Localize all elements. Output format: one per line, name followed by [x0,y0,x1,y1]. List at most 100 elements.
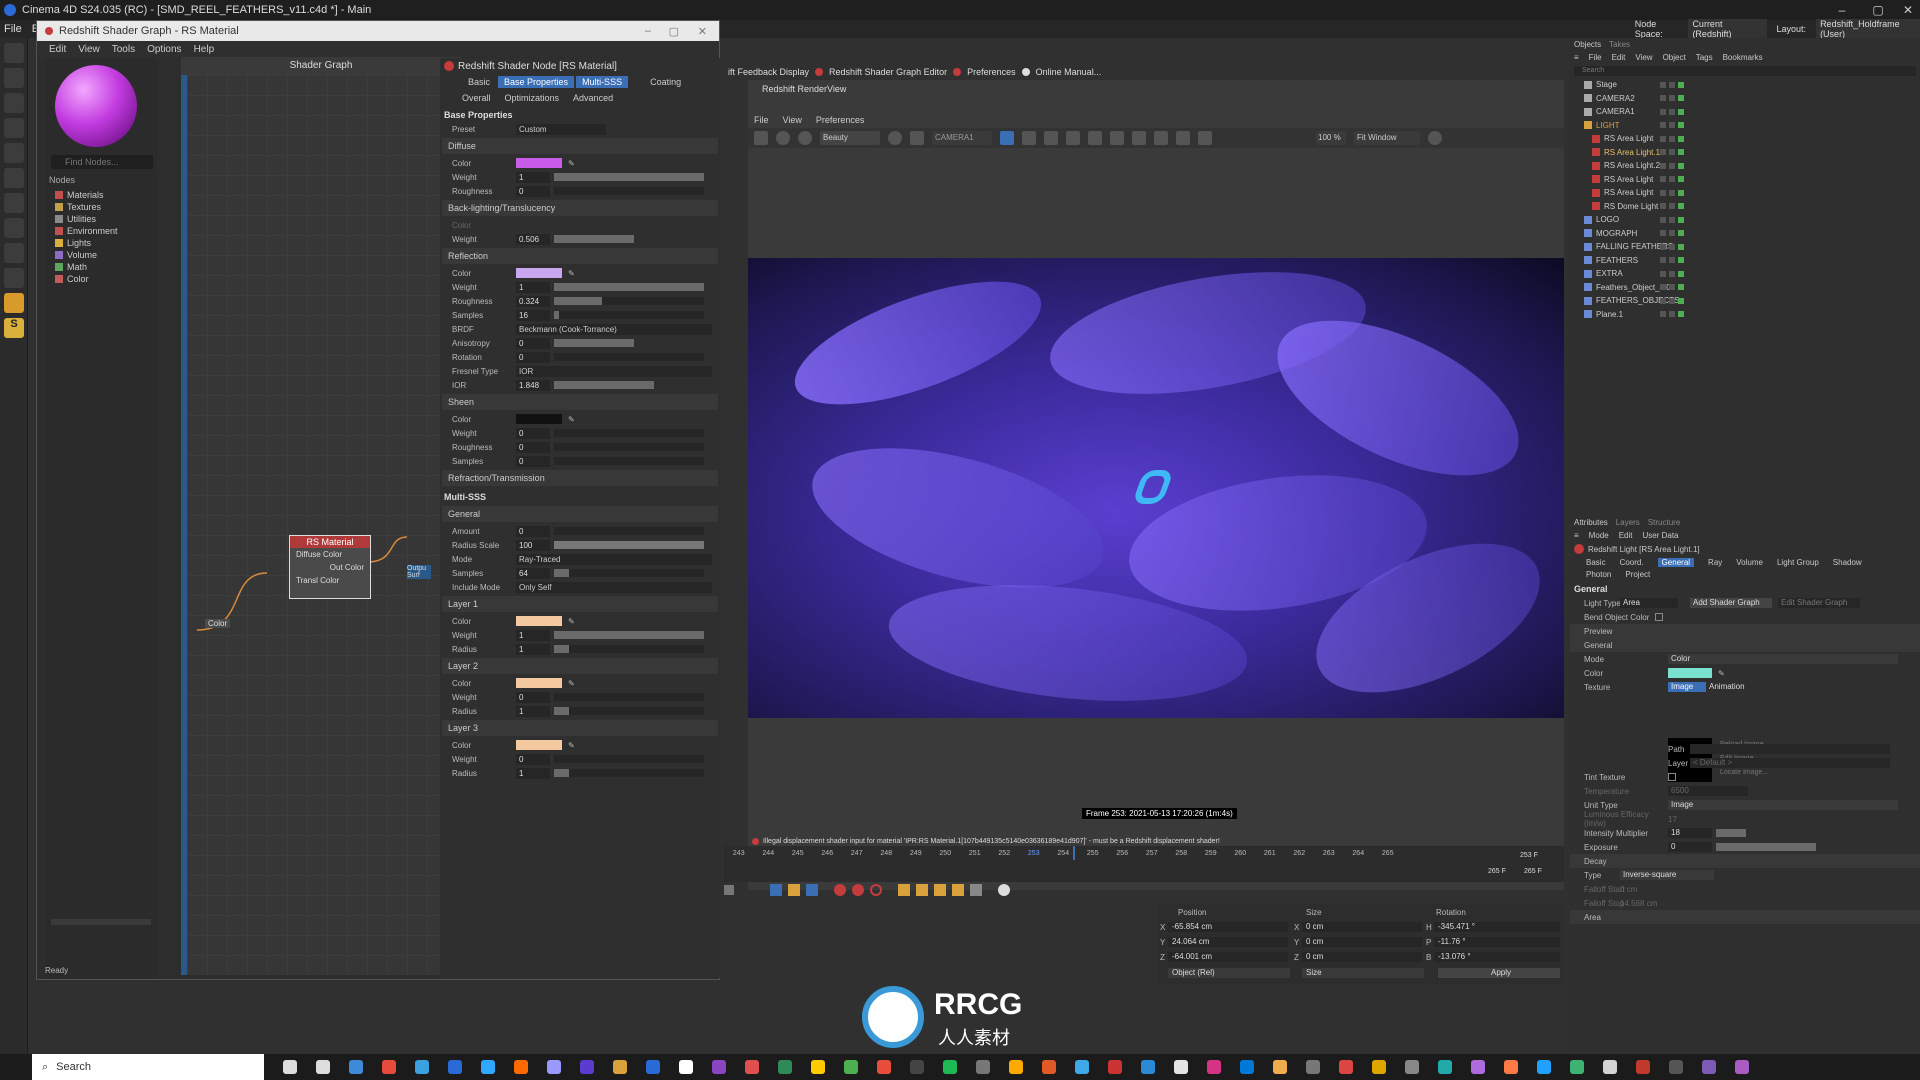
taskbar-app-icon[interactable] [943,1060,957,1074]
visibility-dot-icon[interactable] [1660,311,1666,318]
sheen-samples-field[interactable]: 0 [516,455,550,467]
object-flags[interactable] [1660,297,1684,304]
visibility-dot-icon[interactable] [1669,162,1675,169]
sg-menu-view[interactable]: View [78,44,100,55]
taskbar-app-icon[interactable] [1537,1060,1551,1074]
minimize-button[interactable]: – [1824,0,1860,20]
eyedropper-icon[interactable]: ✎ [1718,669,1725,678]
taskbar-app-icon[interactable] [613,1060,627,1074]
add-shader-graph-button[interactable]: Add Shader Graph [1690,598,1772,608]
object-flags[interactable] [1660,149,1684,156]
tab-advanced[interactable]: Advanced [567,92,619,104]
enabled-check-icon[interactable] [1678,257,1684,264]
sg-minimize-button[interactable]: – [645,25,651,37]
intensity-slider[interactable] [1716,829,1746,837]
attr-tab-ray[interactable]: Ray [1708,558,1722,567]
taskbar-app-icon[interactable] [382,1060,396,1074]
layer1-weight-field[interactable]: 1 [516,629,550,641]
enabled-check-icon[interactable] [1678,149,1684,156]
layer1-color-swatch[interactable] [516,616,562,626]
enabled-check-icon[interactable] [1678,284,1684,291]
autokey-icon[interactable] [852,884,864,896]
taskbar-app-icon[interactable] [481,1060,495,1074]
sg-menu-edit[interactable]: Edit [49,44,66,55]
enabled-check-icon[interactable] [1678,108,1684,115]
enabled-check-icon[interactable] [1678,176,1684,183]
size-x-field[interactable]: 0 cm [1302,922,1422,932]
visibility-dot-icon[interactable] [1669,297,1675,304]
param-key-icon[interactable] [952,884,964,896]
obj-menu-file[interactable]: File [1589,53,1602,62]
move-tool-icon[interactable] [4,68,24,88]
decay-section[interactable]: Decay [1570,854,1920,868]
taskbar-app-icon[interactable] [349,1060,363,1074]
rv-menu-preferences[interactable]: Preferences [816,115,865,125]
ior-field[interactable]: 1.848 [516,379,550,391]
sheen-color-swatch[interactable] [516,414,562,424]
output-node[interactable]: Outpu Surf [407,565,431,579]
redshift-icon[interactable] [4,293,24,313]
save-icon[interactable] [754,131,768,145]
brdf-dropdown[interactable]: Beckmann (Cook-Torrance) [516,323,712,335]
compare-icon[interactable] [1132,131,1146,145]
enabled-check-icon[interactable] [1678,297,1684,304]
object-row[interactable]: FALLING FEATHERS [1570,240,1920,254]
tab-layers[interactable]: Layers [1616,518,1640,527]
keysel-icon[interactable] [870,884,882,896]
snap-icon[interactable] [4,243,24,263]
rs-material-node[interactable]: RS Material Diffuse Color Out Color Tran… [289,535,371,599]
tab-multi-sss[interactable]: Multi-SSS [576,76,629,88]
amount-field[interactable]: 0 [516,525,550,537]
workplane-icon[interactable] [4,268,24,288]
taskbar-app-icon[interactable] [1240,1060,1254,1074]
sg-close-button[interactable]: ✕ [698,25,707,38]
enabled-check-icon[interactable] [1678,270,1684,277]
sheen-roughness-field[interactable]: 0 [516,441,550,453]
hamburger-icon[interactable]: ≡ [1574,53,1579,62]
reflection-section[interactable]: Reflection [442,248,718,264]
taskbar-app-icon[interactable] [712,1060,726,1074]
visibility-dot-icon[interactable] [1660,81,1666,88]
pos-y-field[interactable]: 24.064 cm [1168,937,1288,947]
camera-dropdown[interactable]: CAMERA1 [932,131,992,145]
tab-attributes[interactable]: Attributes [1574,518,1608,527]
obj-menu-object[interactable]: Object [1663,53,1686,62]
taskbar-app-icon[interactable] [580,1060,594,1074]
script-s-icon[interactable]: S [4,318,24,338]
region-icon[interactable] [1000,131,1014,145]
object-flags[interactable] [1660,257,1684,264]
copy-icon[interactable] [1198,131,1212,145]
taskbar-app-icon[interactable] [745,1060,759,1074]
enabled-check-icon[interactable] [1678,311,1684,318]
end-frame-1[interactable]: 265 F [1488,868,1506,875]
undo-icon[interactable] [4,43,24,63]
visibility-dot-icon[interactable] [1669,122,1675,129]
attr-tab-shadow[interactable]: Shadow [1833,558,1862,567]
enabled-check-icon[interactable] [1678,189,1684,196]
port-transl-color[interactable]: Transl Color [290,574,370,587]
attr-tab-volume[interactable]: Volume [1736,558,1763,567]
node-category-materials[interactable]: Materials [45,189,157,201]
taskbar-app-icon[interactable] [1141,1060,1155,1074]
rot-b-field[interactable]: -13.076 ° [1434,952,1560,962]
object-flags[interactable] [1660,108,1684,115]
visibility-dot-icon[interactable] [1660,297,1666,304]
layout-dropdown[interactable]: Redshift_Holdframe (User) [1816,19,1920,39]
diffuse-roughness-field[interactable]: 0 [516,185,550,197]
find-nodes-input[interactable]: Find Nodes... [51,155,153,169]
sss-general-section[interactable]: General [442,506,718,522]
scale-tool-icon[interactable] [4,93,24,113]
rv-menu-view[interactable]: View [783,115,802,125]
taskbar-app-icon[interactable] [1669,1060,1683,1074]
taskbar-app-icon[interactable] [778,1060,792,1074]
eyedropper-icon[interactable]: ✎ [568,741,575,750]
eyedropper-icon[interactable]: ✎ [568,159,575,168]
visibility-dot-icon[interactable] [1660,135,1666,142]
play-icon[interactable] [776,131,790,145]
visibility-dot-icon[interactable] [1669,243,1675,250]
visibility-dot-icon[interactable] [1669,149,1675,156]
object-flags[interactable] [1660,81,1684,88]
taskbar-app-icon[interactable] [1009,1060,1023,1074]
node-list-scrollbar[interactable] [51,919,151,925]
attr-tab-basic[interactable]: Basic [1586,558,1606,567]
